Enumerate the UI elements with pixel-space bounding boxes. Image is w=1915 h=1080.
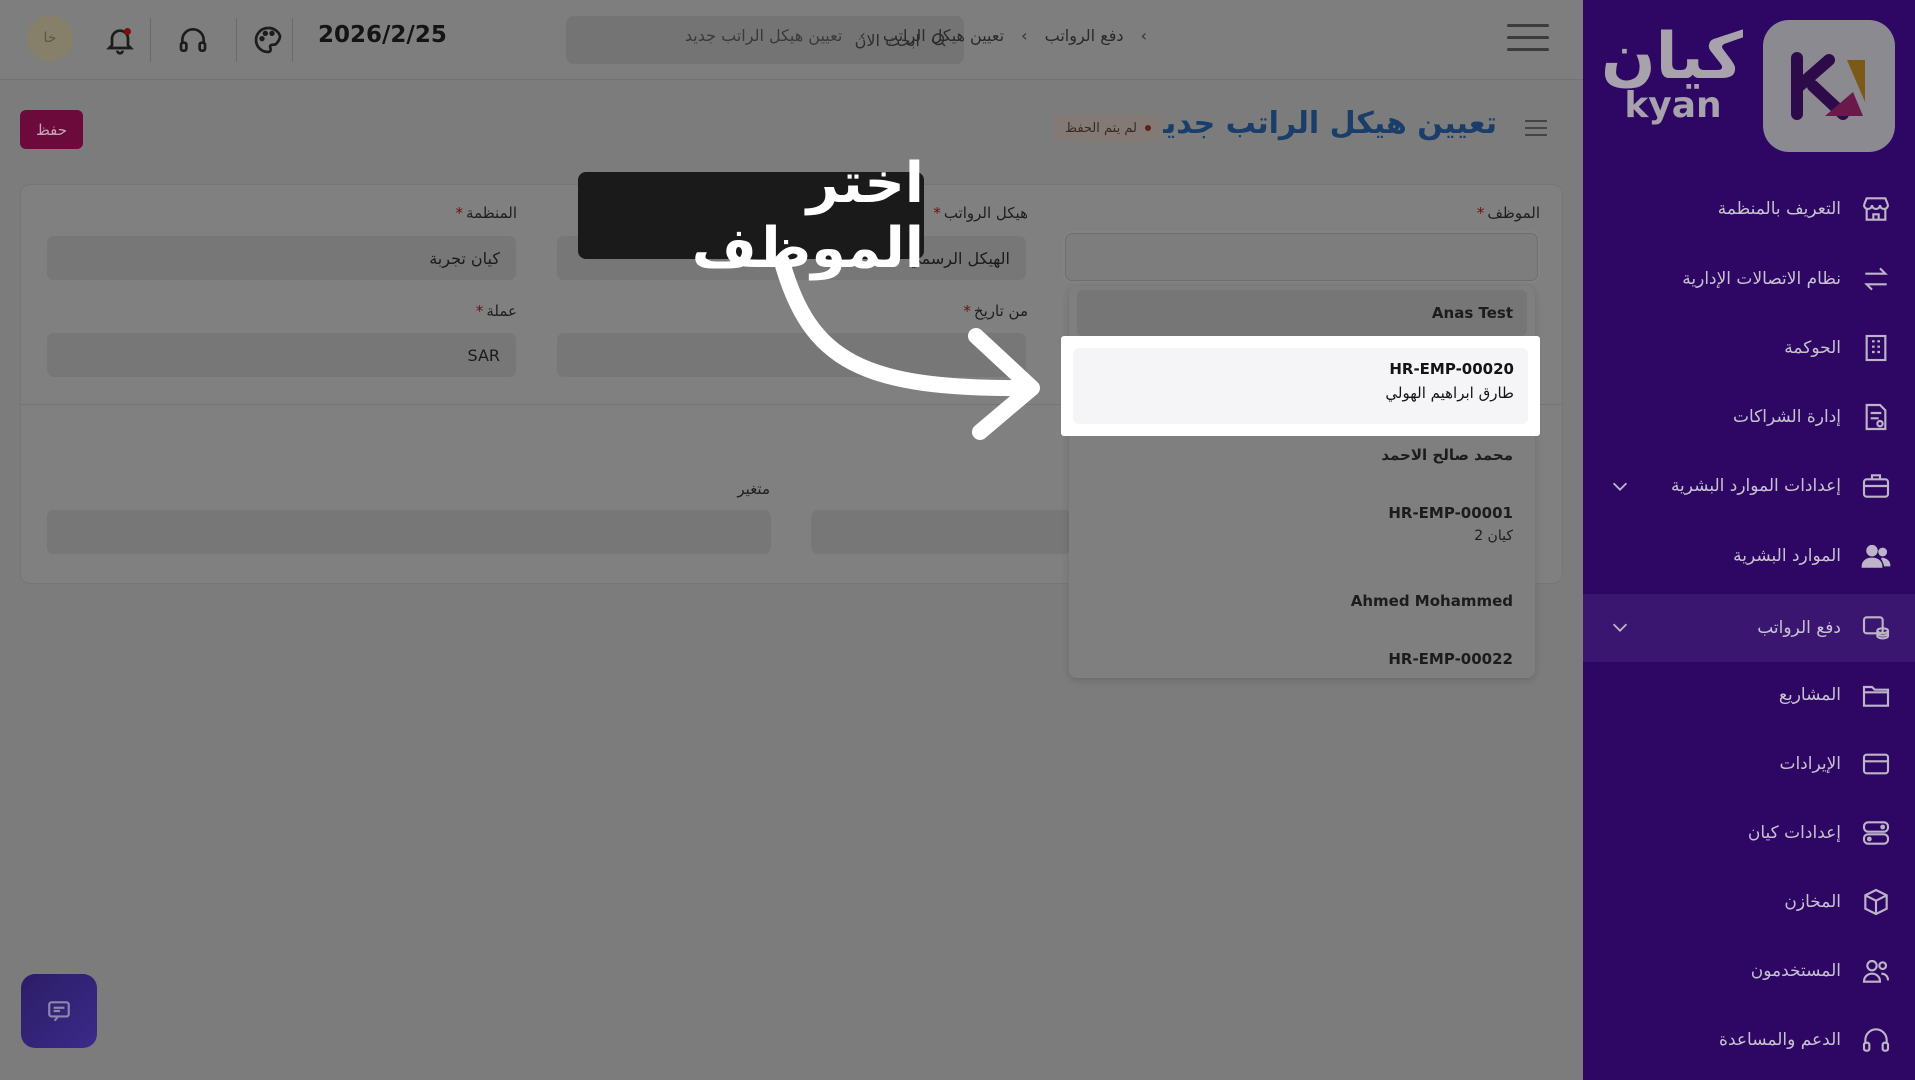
page-title: تعيين هيكل الراتب جديد [1147, 106, 1497, 141]
chat-icon [48, 1001, 70, 1022]
current-date: 2026/2/25 [318, 22, 447, 48]
toolbar-divider [292, 18, 293, 62]
company-field[interactable]: كيان تجربة [47, 236, 516, 280]
sidebar-item-communications[interactable]: نظام الاتصالات الإدارية [1583, 246, 1915, 312]
guide-tooltip: اختر الموظف [578, 151, 924, 281]
breadcrumb-item-salary-structure[interactable]: تعيين هيكل الراتب [883, 26, 1004, 45]
palette-icon[interactable] [252, 24, 286, 58]
bell-icon[interactable] [104, 24, 138, 58]
chevron-down-icon[interactable] [1609, 616, 1631, 638]
dropdown-option[interactable]: Anas Test [1077, 290, 1527, 336]
kyan-logo-mark[interactable] [1763, 20, 1895, 152]
sidebar-item-kyan-settings[interactable]: إعدادات كيان [1583, 800, 1915, 866]
breadcrumb-item-payroll[interactable]: دفع الرواتب [1045, 26, 1124, 45]
headset-icon[interactable] [177, 24, 211, 58]
currency-label: عملة* [475, 302, 517, 320]
user-group-icon [1859, 954, 1893, 988]
box-icon [1859, 885, 1893, 919]
avatar[interactable]: خا [27, 15, 73, 61]
base-field[interactable] [811, 510, 1071, 554]
list-icon[interactable] [1525, 120, 1547, 138]
sidebar-item-users[interactable]: المستخدمون [1583, 938, 1915, 1004]
document-icon [1859, 400, 1893, 434]
sidebar-item-hr-settings[interactable]: إعدادات الموارد البشرية [1583, 453, 1915, 519]
salary-structure-label: هيكل الرواتب* [933, 204, 1028, 222]
notification-dot [124, 28, 131, 35]
toolbar-divider [236, 18, 237, 62]
briefcase-icon [1859, 469, 1893, 503]
dropdown-option[interactable]: HR-EMP-00001 كيان 2 [1077, 504, 1527, 544]
breadcrumb: › دفع الرواتب › تعيين هيكل الراتب › تعيي… [681, 26, 1155, 45]
employee-field[interactable] [1065, 233, 1538, 281]
dropdown-option-highlighted[interactable]: HR-EMP-00020 طارق ابراهيم الهولي [1073, 348, 1528, 424]
employee-label: الموظف* [1476, 204, 1540, 222]
sidebar-item-support[interactable]: الدعم والمساعدة [1583, 1007, 1915, 1073]
users-icon [1859, 539, 1893, 573]
currency-field[interactable]: SAR [47, 333, 516, 377]
sidebar-item-governance[interactable]: الحوكمة [1583, 315, 1915, 381]
variable-label: متغير [737, 480, 770, 498]
breadcrumb-chevron-icon: › [1140, 26, 1147, 45]
dropdown-option[interactable]: Ahmed Mohammed [1077, 592, 1527, 610]
sidebar-item-organization[interactable]: التعريف بالمنظمة [1583, 176, 1915, 242]
dropdown-option[interactable]: HR-EMP-00022 [1077, 650, 1527, 668]
sidebar-item-partnerships[interactable]: إدارة الشراكات [1583, 384, 1915, 450]
building-icon [1859, 331, 1893, 365]
sidebar-item-hr[interactable]: الموارد البشرية [1583, 523, 1915, 589]
headset-icon [1859, 1023, 1893, 1057]
top-bar: خا 2026/2/25 ابحث الان › دفع الرواتب › ت… [0, 0, 1583, 80]
breadcrumb-item-current: تعيين هيكل الراتب جديد [684, 26, 843, 45]
card-icon [1859, 747, 1893, 781]
company-label: المنظمة* [455, 204, 517, 222]
variable-field[interactable] [47, 510, 771, 554]
sidebar-item-warehouses[interactable]: المخازن [1583, 869, 1915, 935]
chevron-down-icon[interactable] [1609, 475, 1631, 497]
breadcrumb-chevron-icon: › [859, 26, 866, 45]
server-icon [1859, 816, 1893, 850]
sidebar: كيان kyan التعريف بالمنظمة نظام الاتصالا… [1583, 0, 1915, 1080]
menu-toggle-icon[interactable] [1507, 24, 1549, 54]
status-badge: لم يتم الحفظ [1053, 115, 1163, 141]
folder-icon [1859, 678, 1893, 712]
sidebar-item-projects[interactable]: المشاريع [1583, 662, 1915, 728]
store-icon [1859, 192, 1893, 226]
kyan-logo-text: كيان kyan [1601, 20, 1743, 126]
highlighted-option-frame: HR-EMP-00020 طارق ابراهيم الهولي [1061, 336, 1540, 436]
save-button[interactable]: حفظ [20, 110, 83, 149]
arrows-exchange-icon [1859, 262, 1893, 296]
toolbar-divider [150, 18, 151, 62]
sidebar-item-payroll[interactable]: دفع الرواتب [1583, 594, 1915, 662]
dropdown-option[interactable]: محمد صالح الاحمد [1077, 446, 1527, 464]
chat-button[interactable] [21, 974, 97, 1048]
coins-icon [1859, 611, 1893, 645]
guide-arrow-icon [774, 254, 1040, 440]
sidebar-item-revenue[interactable]: الإيرادات [1583, 731, 1915, 797]
breadcrumb-chevron-icon: › [1021, 26, 1028, 45]
